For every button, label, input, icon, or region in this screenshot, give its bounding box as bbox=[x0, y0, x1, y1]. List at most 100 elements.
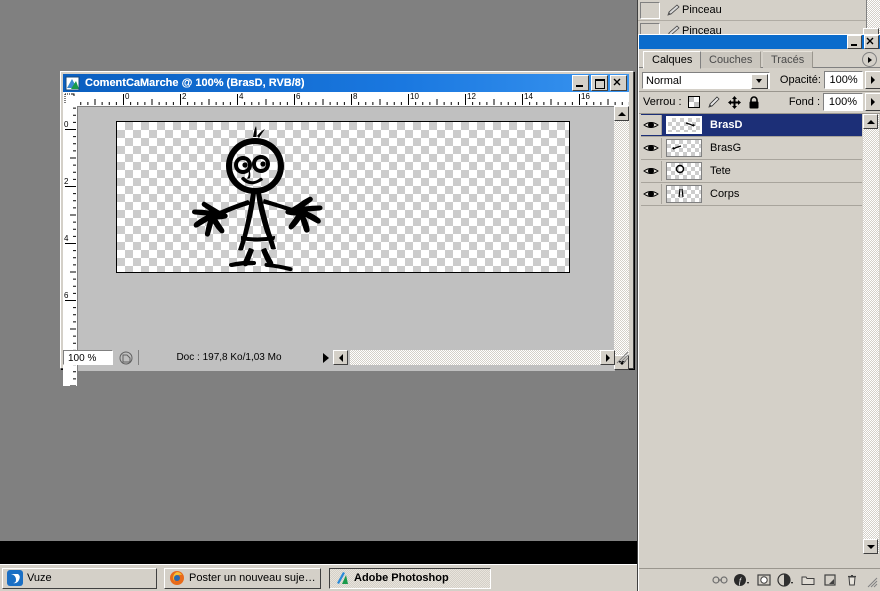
canvas-scroll-area[interactable] bbox=[77, 106, 615, 371]
layers-scroll-down-arrow[interactable] bbox=[863, 539, 878, 554]
document-vertical-scrollbar[interactable] bbox=[614, 106, 629, 370]
layer-thumbnail[interactable] bbox=[666, 139, 702, 157]
taskbar-label: Vuze bbox=[27, 572, 52, 584]
lock-row: Verrou : Fond: 100% bbox=[639, 91, 880, 114]
layer-mask-icon[interactable] bbox=[753, 571, 775, 589]
ruler-label-v: 6 bbox=[64, 291, 69, 300]
lock-position-icon[interactable] bbox=[727, 95, 742, 110]
layer-thumbnail[interactable] bbox=[666, 116, 702, 134]
zoom-level-input[interactable]: 100 % bbox=[63, 350, 113, 365]
layers-palette-minimize-button[interactable] bbox=[847, 35, 862, 49]
table-row[interactable]: BrasG bbox=[641, 137, 862, 160]
scroll-up-arrow[interactable] bbox=[614, 106, 629, 121]
layers-bottom-toolbar[interactable]: f bbox=[639, 568, 880, 590]
ruler-label-v: 2 bbox=[64, 177, 69, 186]
eye-icon[interactable] bbox=[641, 161, 662, 181]
document-window-controls[interactable] bbox=[572, 75, 627, 91]
document-title: ComentCaMarche @ 100% (BrasD, RVB/8) bbox=[85, 77, 305, 89]
new-layer-icon[interactable] bbox=[819, 571, 841, 589]
brush-icon bbox=[664, 3, 682, 17]
layer-thumbnail[interactable] bbox=[666, 185, 702, 203]
layer-name: Corps bbox=[710, 188, 740, 200]
layers-scrollbar[interactable] bbox=[863, 114, 879, 554]
tab-calques[interactable]: Calques bbox=[643, 51, 702, 69]
lock-label: Verrou : bbox=[643, 96, 682, 108]
history-item[interactable]: Pinceau bbox=[638, 0, 880, 21]
ruler-label-h: 10 bbox=[410, 92, 419, 101]
stick-figure-artwork bbox=[192, 126, 323, 272]
eye-icon[interactable] bbox=[641, 115, 662, 135]
ruler-label-h: 16 bbox=[581, 92, 590, 101]
taskbar-label: Adobe Photoshop bbox=[354, 572, 449, 584]
vuze-icon bbox=[7, 570, 23, 586]
lock-transparency-icon[interactable] bbox=[687, 95, 702, 110]
ruler-label-v: 0 bbox=[64, 120, 69, 129]
layers-palette-tabs[interactable]: Calques Couches Tracés bbox=[639, 49, 880, 69]
lock-all-icon[interactable] bbox=[747, 95, 762, 110]
eye-icon[interactable] bbox=[641, 184, 662, 204]
opacity-input[interactable]: 100% bbox=[823, 71, 864, 89]
document-window[interactable]: ComentCaMarche @ 100% (BrasD, RVB/8) 0 2… bbox=[60, 71, 634, 386]
ruler-label-h: 4 bbox=[239, 92, 244, 101]
layer-list[interactable]: BrasD BrasG Tete Corps bbox=[641, 114, 862, 554]
ruler-label-v: 4 bbox=[64, 234, 69, 243]
layer-name: BrasG bbox=[710, 142, 742, 154]
tab-traces[interactable]: Tracés bbox=[763, 51, 814, 68]
taskbar-label: Poster un nouveau sujet... bbox=[189, 572, 316, 584]
ruler-label-h: 0 bbox=[125, 92, 130, 101]
document-minimize-button[interactable] bbox=[572, 75, 589, 91]
photoshop-icon bbox=[334, 570, 350, 586]
blend-mode-value: Normal bbox=[646, 74, 682, 87]
layer-name: Tete bbox=[710, 165, 731, 177]
firefox-icon bbox=[169, 570, 185, 586]
layer-thumbnail[interactable] bbox=[666, 162, 702, 180]
right-dock: Pinceau Pinceau Calques Couches Tracés N… bbox=[637, 0, 880, 591]
layers-scroll-up-arrow[interactable] bbox=[863, 114, 878, 129]
status-arrow-icon[interactable] bbox=[319, 350, 333, 365]
opacity-label: Opacité: bbox=[779, 74, 821, 86]
lock-image-icon[interactable] bbox=[707, 95, 722, 110]
image-canvas[interactable] bbox=[116, 121, 570, 273]
document-close-button[interactable] bbox=[610, 75, 627, 91]
hscroll-right-arrow[interactable] bbox=[600, 350, 615, 365]
layers-palette-titlebar[interactable] bbox=[639, 35, 880, 49]
desktop-lower-strip bbox=[0, 541, 637, 565]
resize-grip[interactable] bbox=[615, 350, 629, 365]
document-proxy-icon[interactable] bbox=[116, 350, 136, 365]
taskbar-button-photoshop[interactable]: Adobe Photoshop bbox=[329, 567, 491, 589]
taskbar-button-firefox[interactable]: Poster un nouveau sujet... bbox=[164, 567, 321, 589]
palette-resize-grip[interactable] bbox=[866, 576, 879, 589]
ruler-label-h: 8 bbox=[353, 92, 358, 101]
chevron-down-icon[interactable] bbox=[750, 73, 768, 89]
history-item-label: Pinceau bbox=[682, 4, 722, 16]
fill-spinner-button[interactable] bbox=[865, 93, 880, 111]
palette-menu-icon[interactable] bbox=[862, 52, 877, 67]
adjustment-layer-icon[interactable] bbox=[775, 571, 797, 589]
ruler-origin-corner[interactable] bbox=[63, 92, 78, 107]
blend-mode-select[interactable]: Normal bbox=[642, 71, 770, 89]
fill-label: Fond : bbox=[788, 96, 820, 108]
document-horizontal-scrollbar[interactable] bbox=[350, 350, 615, 365]
hscroll-left-arrow[interactable] bbox=[333, 350, 348, 365]
table-row[interactable]: Corps bbox=[641, 183, 862, 206]
layer-style-fx-icon[interactable]: f bbox=[731, 571, 753, 589]
fill-input[interactable]: 100% bbox=[823, 93, 863, 111]
document-statusbar: 100 % Doc : 197,8 Ko/1,03 Mo bbox=[63, 349, 629, 366]
ruler-label-h: 14 bbox=[524, 92, 533, 101]
delete-layer-trash-icon[interactable] bbox=[841, 571, 863, 589]
table-row[interactable]: Tete bbox=[641, 160, 862, 183]
document-titlebar[interactable]: ComentCaMarche @ 100% (BrasD, RVB/8) bbox=[63, 74, 629, 92]
layers-palette-close-button[interactable] bbox=[864, 35, 879, 49]
taskbar-button-vuze[interactable]: Vuze bbox=[2, 567, 157, 589]
tab-couches[interactable]: Couches bbox=[701, 51, 762, 68]
ruler-label-h: 2 bbox=[182, 92, 187, 101]
eye-icon[interactable] bbox=[641, 138, 662, 158]
table-row[interactable]: BrasD bbox=[641, 114, 862, 137]
opacity-spinner-button[interactable] bbox=[865, 71, 880, 89]
new-group-folder-icon[interactable] bbox=[797, 571, 819, 589]
history-snapshot-checkbox[interactable] bbox=[640, 1, 660, 19]
ruler-label-h: 12 bbox=[467, 92, 476, 101]
photoshop-document-icon bbox=[65, 76, 81, 91]
document-maximize-button[interactable] bbox=[591, 75, 608, 91]
link-layers-icon[interactable] bbox=[709, 571, 731, 589]
